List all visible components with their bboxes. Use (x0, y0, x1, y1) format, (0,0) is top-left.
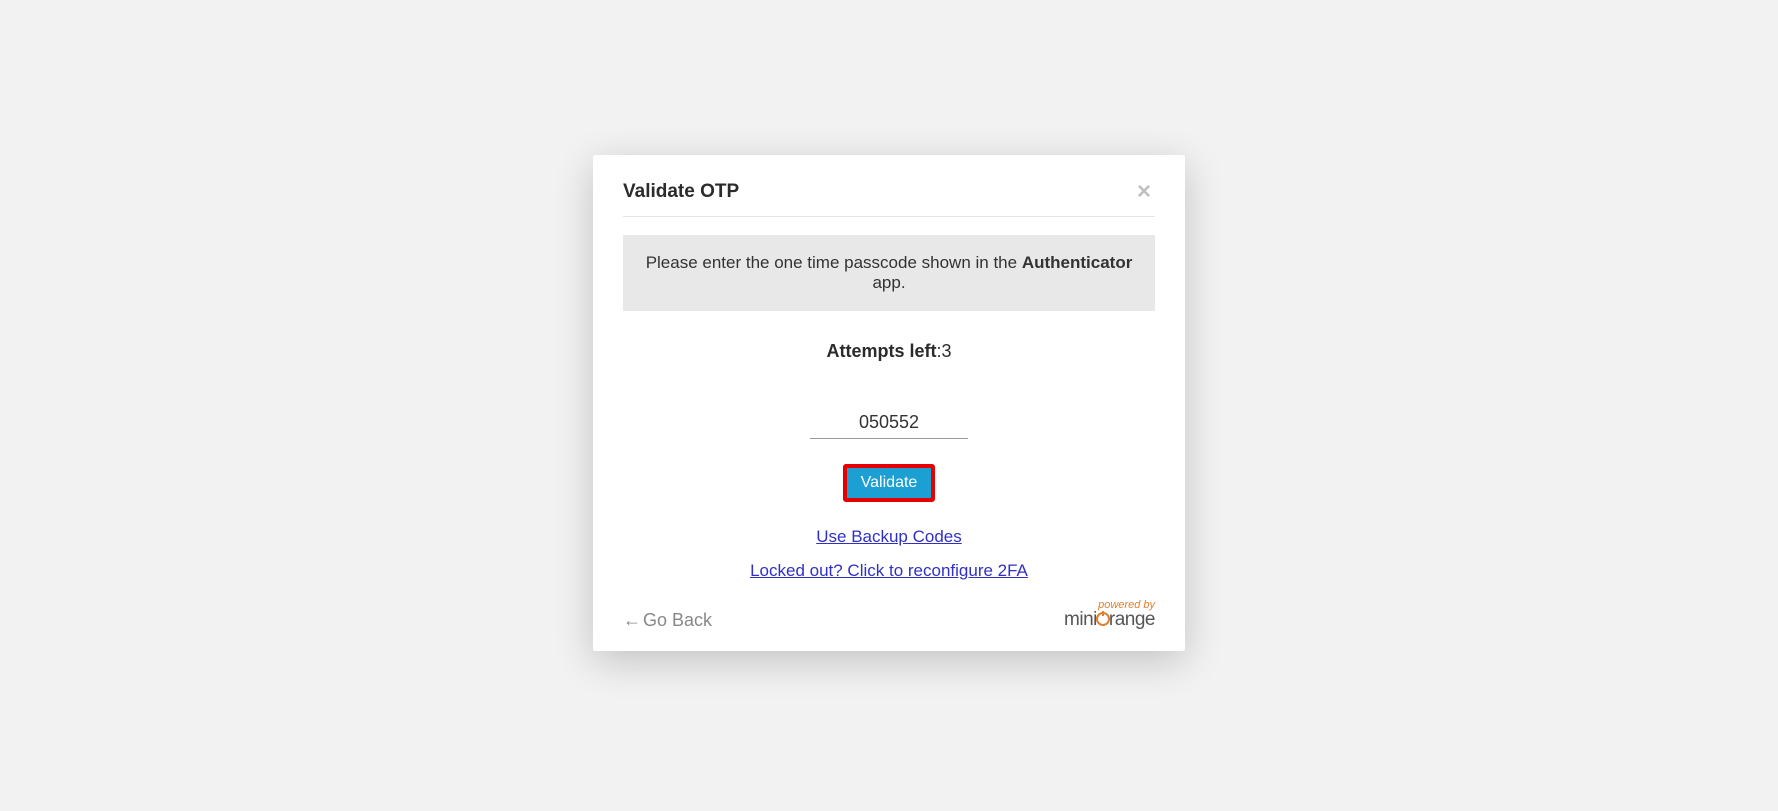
locked-out-link[interactable]: Locked out? Click to reconfigure 2FA (750, 561, 1028, 580)
arrow-left-icon: ← (623, 610, 641, 631)
brand-part2: range (1109, 609, 1155, 630)
validate-button[interactable]: Validate (843, 464, 936, 502)
brand-logo: mini range (1064, 609, 1155, 630)
go-back-label: Go Back (643, 610, 712, 631)
go-back-button[interactable]: ← Go Back (623, 610, 712, 631)
backup-codes-link[interactable]: Use Backup Codes (816, 527, 962, 546)
otp-input[interactable] (810, 407, 968, 439)
brand-part1: mini (1064, 609, 1097, 630)
powered-by-badge: powered by minirange (1064, 599, 1155, 631)
backup-codes-row: Use Backup Codes (623, 527, 1155, 547)
attempts-value: 3 (942, 341, 952, 361)
info-text-bold: Authenticator (1022, 253, 1133, 272)
validate-row: Validate (623, 464, 1155, 502)
attempts-row: Attempts left:3 (623, 341, 1155, 362)
modal-title: Validate OTP (623, 181, 739, 203)
locked-out-row: Locked out? Click to reconfigure 2FA (623, 561, 1155, 581)
attempts-label: Attempts left (826, 341, 936, 361)
info-message: Please enter the one time passcode shown… (623, 235, 1155, 311)
brand-orange-icon (1096, 612, 1110, 626)
otp-modal: Validate OTP × Please enter the one time… (593, 155, 1185, 651)
modal-header: Validate OTP × (623, 180, 1155, 217)
close-button[interactable]: × (1133, 180, 1155, 204)
modal-footer: ← Go Back powered by minirange (623, 599, 1155, 631)
info-text-prefix: Please enter the one time passcode shown… (646, 253, 1022, 272)
info-text-suffix: app. (872, 273, 905, 292)
